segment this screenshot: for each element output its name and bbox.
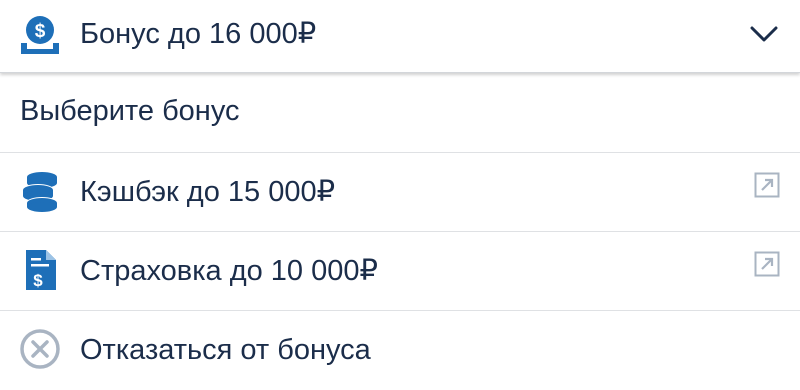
chevron-down-icon[interactable]	[748, 22, 780, 46]
svg-text:$: $	[35, 21, 46, 42]
svg-text:$: $	[33, 271, 43, 290]
external-link-icon[interactable]	[754, 251, 780, 277]
bonus-title: Бонус до 16 000₽	[80, 18, 317, 50]
cancel-circle-icon	[20, 329, 60, 369]
bonus-option-cashback[interactable]: Кэшбэк до 15 000₽	[0, 153, 800, 232]
coins-stack-icon	[23, 172, 57, 212]
choose-bonus-section: Выберите бонус	[0, 74, 800, 153]
external-link-icon[interactable]	[754, 172, 780, 198]
option-label: Кэшбэк до 15 000₽	[80, 176, 336, 208]
section-title: Выберите бонус	[20, 95, 240, 127]
bonus-dropdown-header[interactable]: $ Бонус до 16 000₽	[0, 0, 800, 73]
option-label: Отказаться от бонуса	[80, 334, 371, 366]
bonus-option-decline[interactable]: Отказаться от бонуса	[0, 311, 800, 390]
bonus-option-insurance[interactable]: $ Страховка до 10 000₽	[0, 232, 800, 311]
document-dollar-icon: $	[26, 250, 56, 290]
option-label: Страховка до 10 000₽	[80, 255, 378, 287]
money-bag-icon: $	[21, 16, 59, 54]
